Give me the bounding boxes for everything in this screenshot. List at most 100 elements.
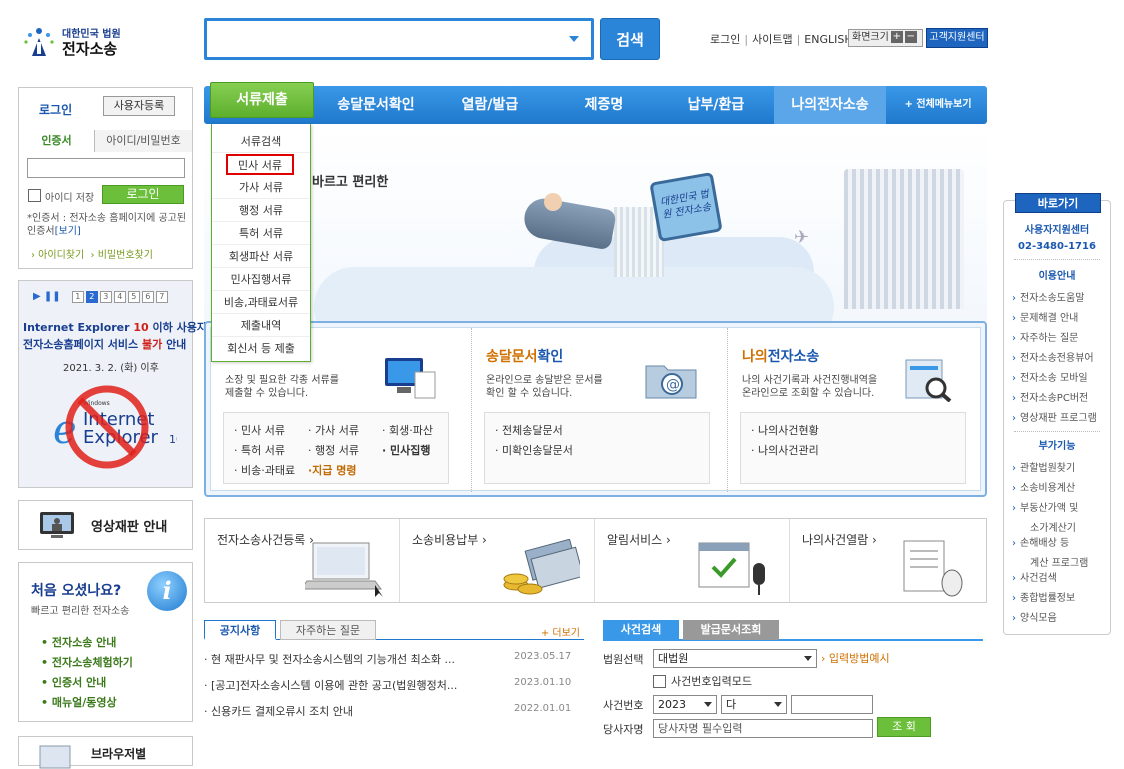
list-item[interactable]: • 인증서 안내 xyxy=(41,673,133,693)
quick-link[interactable]: 전자소송PC버전 xyxy=(1012,391,1108,407)
quick-link[interactable]: 부동산가액 및 xyxy=(1012,501,1108,517)
quick-link[interactable]: 전자소송도움말 xyxy=(1012,291,1108,307)
english-link[interactable]: ENGLISH xyxy=(804,33,852,46)
ie-notice-banner[interactable]: ▶ ❚❚ 1234567 Internet Explorer 10 이하 사용자… xyxy=(18,280,207,488)
search-input[interactable] xyxy=(204,18,594,60)
list-item[interactable]: • 전자소송 안내 xyxy=(41,633,133,653)
notice-row[interactable]: · [공고]전자소송시스템 이용에 관한 공고(법원행정처... 2023.01.… xyxy=(204,677,584,693)
play-icon[interactable]: ▶ xyxy=(33,291,41,302)
quick-link[interactable]: 양식모음 xyxy=(1012,611,1108,627)
direct-input-checkbox[interactable] xyxy=(653,675,666,688)
video-trial-banner[interactable]: 영상재판 안내 xyxy=(18,500,193,550)
nav-certificate[interactable]: 제증명 xyxy=(554,86,654,124)
link-all-delivery[interactable]: · 전체송달문서 xyxy=(495,421,699,441)
nav-payment-refund[interactable]: 납부/환급 xyxy=(666,86,766,124)
quick-link[interactable]: 영상재판 프로그램 xyxy=(1012,411,1108,427)
menu-item-civil-document[interactable]: 민사 서류 xyxy=(226,154,294,175)
list-item[interactable]: • 전자소송체험하기 xyxy=(41,653,133,673)
box-alert-service[interactable]: 알림서비스 › xyxy=(595,519,790,602)
tab-case-search[interactable]: 사건검색 xyxy=(603,620,679,640)
link-civil-document[interactable]: · 민사 서류 xyxy=(234,421,308,441)
link-nonlitigation[interactable]: · 비송·과태료 xyxy=(234,461,308,481)
quick-link[interactable]: 자주하는 질문 xyxy=(1012,331,1108,347)
link-my-case-manage[interactable]: · 나의사건관리 xyxy=(751,441,955,461)
link-patent-document[interactable]: · 특허 서류 xyxy=(234,441,308,461)
link-unread-delivery[interactable]: · 미확인송달문서 xyxy=(495,441,699,461)
quick-link-continued[interactable]: 소가계산기 xyxy=(1030,519,1076,534)
nav-document-submit[interactable]: 서류제출 xyxy=(210,82,314,118)
find-id-link[interactable]: › 아이디찾기 xyxy=(31,250,84,261)
tab-notice[interactable]: 공지사항 xyxy=(204,620,276,640)
party-name-input[interactable]: 당사자명 필수입력 xyxy=(653,719,873,738)
quick-link[interactable]: 소송비용계산 xyxy=(1012,481,1108,497)
quick-link[interactable]: 관할법원찾기 xyxy=(1012,461,1108,477)
save-id-checkbox[interactable] xyxy=(28,189,41,202)
link-execution[interactable]: · 민사집행 xyxy=(382,441,438,461)
box-my-case-view[interactable]: 나의사건열람 › xyxy=(790,519,985,602)
box-fee-payment[interactable]: 소송비용납부 › xyxy=(400,519,595,602)
more-link[interactable]: + 더보기 xyxy=(541,624,580,639)
menu-item-nonlitigation-document[interactable]: 비송,과태료서류 xyxy=(212,291,310,314)
case-number-input[interactable] xyxy=(791,695,873,714)
find-password-link[interactable]: › 비밀번호찾기 xyxy=(91,250,153,261)
menu-item-reply-submit[interactable]: 회신서 등 제출 xyxy=(212,337,310,360)
quick-link[interactable]: 종합법률정보 xyxy=(1012,591,1108,607)
customer-center-button[interactable]: 고객지원센터 xyxy=(926,28,988,48)
link-family-document[interactable]: · 가사 서류 xyxy=(308,421,382,441)
nav-delivery-check[interactable]: 송달문서확인 xyxy=(322,86,430,124)
page-dot-active[interactable]: 2 xyxy=(85,291,98,303)
login-link[interactable]: 로그인 xyxy=(710,33,740,46)
login-button[interactable]: 로그인 xyxy=(102,185,184,204)
browser-banner[interactable]: 브라우저별 xyxy=(18,736,193,769)
page-dot[interactable]: 5 xyxy=(127,291,140,303)
link-bankruptcy[interactable]: · 회생·파산 xyxy=(382,421,438,441)
link-admin-document[interactable]: · 행정 서류 xyxy=(308,441,382,461)
link-my-case-status[interactable]: · 나의사건현황 xyxy=(751,421,955,441)
quick-link[interactable]: 손해배상 등 xyxy=(1012,536,1108,552)
page-dot[interactable]: 3 xyxy=(99,291,112,303)
register-button[interactable]: 사용자등록 xyxy=(103,96,175,116)
tab-faq[interactable]: 자주하는 질문 xyxy=(280,620,376,640)
box-case-register[interactable]: 전자소송사건등록 › xyxy=(205,519,400,602)
sitemap-link[interactable]: 사이트맵 xyxy=(752,33,792,46)
menu-item-patent-document[interactable]: 특허 서류 xyxy=(212,222,310,245)
quick-link[interactable]: 전자소송 모바일 xyxy=(1012,371,1108,387)
menu-item-bankruptcy-document[interactable]: 회생파산 서류 xyxy=(212,245,310,268)
tab-id-password[interactable]: 아이디/비밀번호 xyxy=(95,130,192,152)
case-kind-select[interactable]: 다 xyxy=(721,695,787,714)
menu-item-family-document[interactable]: 가사 서류 xyxy=(212,176,310,199)
zoom-out-button[interactable]: − xyxy=(904,31,917,43)
list-item[interactable]: • 매뉴얼/동영상 xyxy=(41,693,133,713)
page-dot[interactable]: 4 xyxy=(113,291,126,303)
input-example-link[interactable]: › 입력방법예시 xyxy=(821,650,890,666)
page-dot[interactable]: 1 xyxy=(71,291,84,303)
page-dot[interactable]: 7 xyxy=(155,291,168,303)
certificate-input[interactable] xyxy=(27,158,185,178)
menu-item-execution-document[interactable]: 민사집행서류 xyxy=(212,268,310,291)
notice-row[interactable]: · 신용카드 결제오류시 조치 안내 2022.01.01 xyxy=(204,703,584,719)
tab-certificate[interactable]: 인증서 xyxy=(19,130,95,152)
notice-row[interactable]: · 현 재판사무 및 전자소송시스템의 기능개선 최소화 ... 2023.05.… xyxy=(204,651,584,667)
nav-all-menu[interactable]: + 전체메뉴보기 xyxy=(894,86,982,124)
quick-link-continued[interactable]: 계산 프로그램 xyxy=(1030,554,1088,569)
view-link[interactable]: [보기] xyxy=(55,226,81,237)
search-button[interactable]: 검색 xyxy=(600,18,660,60)
menu-item-document-search[interactable]: 서류검색 xyxy=(212,130,310,153)
chevron-down-icon[interactable] xyxy=(569,36,579,42)
nav-my-e-litigation[interactable]: 나의전자소송 xyxy=(774,86,886,124)
quick-link[interactable]: 전자소송전용뷰어 xyxy=(1012,351,1108,367)
quick-link[interactable]: 문제해결 안내 xyxy=(1012,311,1108,327)
menu-item-submission-history[interactable]: 제출내역 xyxy=(212,314,310,337)
menu-item-admin-document[interactable]: 행정 서류 xyxy=(212,199,310,222)
year-select[interactable]: 2023 xyxy=(653,695,717,714)
quick-link[interactable]: 사건검색 xyxy=(1012,571,1108,587)
tab-issued-document[interactable]: 발급문서조회 xyxy=(683,620,779,640)
court-logo[interactable]: 대한민국 법원 전자소송 xyxy=(22,22,132,62)
search-case-button[interactable]: 조 회 xyxy=(877,717,931,737)
nav-view-issue[interactable]: 열람/발급 xyxy=(440,86,540,124)
link-payment-order[interactable]: ·지급 명령 xyxy=(308,461,382,481)
pause-icon[interactable]: ❚❚ xyxy=(44,291,61,302)
zoom-in-button[interactable]: + xyxy=(890,31,903,43)
page-dot[interactable]: 6 xyxy=(141,291,154,303)
court-select[interactable]: 대법원 xyxy=(653,649,817,668)
